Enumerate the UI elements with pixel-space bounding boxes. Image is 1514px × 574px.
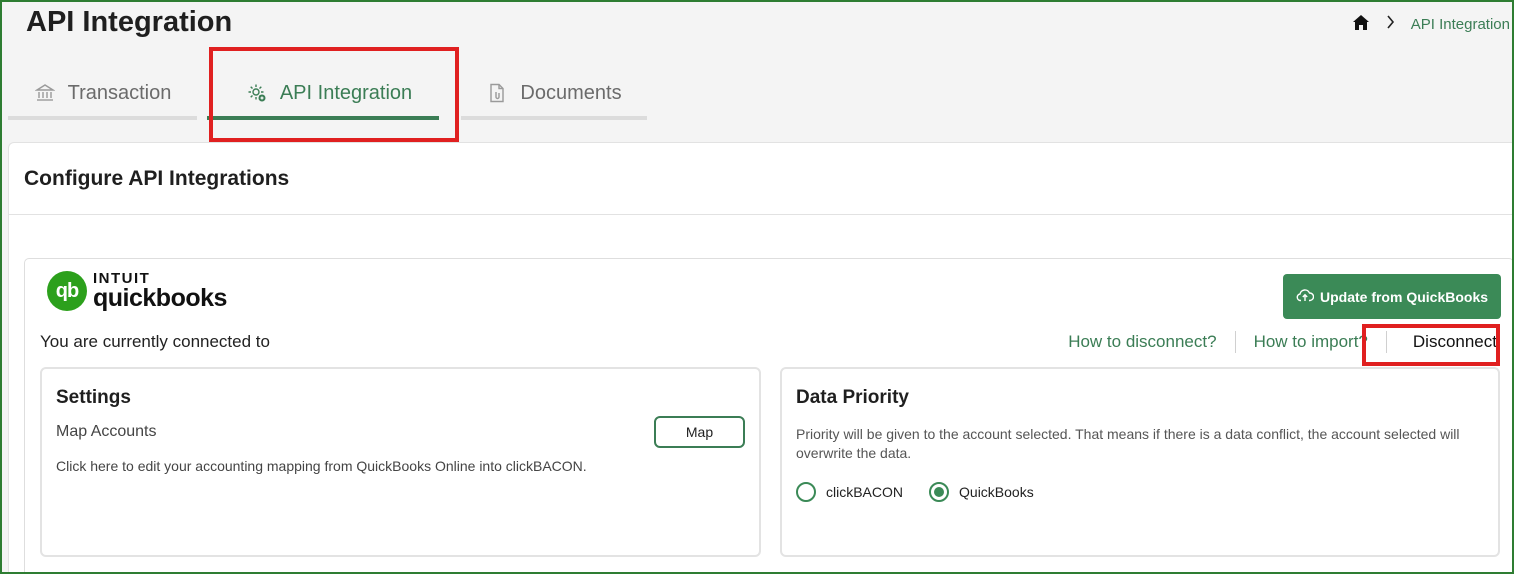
tab-bar: Transaction API Integration Documents bbox=[8, 66, 647, 120]
configure-card: Configure API Integrations qb INTUIT qui… bbox=[8, 142, 1514, 574]
map-description: Click here to edit your accounting mappi… bbox=[56, 458, 587, 474]
tab-transaction-label: Transaction bbox=[67, 81, 172, 104]
map-button[interactable]: Map bbox=[654, 416, 745, 448]
cloud-upload-icon bbox=[1296, 288, 1315, 305]
how-to-disconnect-link[interactable]: How to disconnect? bbox=[1050, 332, 1234, 352]
tab-transaction[interactable]: Transaction bbox=[8, 66, 197, 120]
map-accounts-label: Map Accounts bbox=[56, 423, 157, 440]
connection-status-text: You are currently connected to bbox=[40, 332, 270, 351]
priority-radio-group: clickBACON QuickBooks bbox=[796, 482, 1034, 502]
chevron-right-icon bbox=[1386, 15, 1395, 34]
radio-option-quickbooks[interactable]: QuickBooks bbox=[929, 482, 1034, 502]
page-title: API Integration bbox=[26, 6, 233, 38]
radio-clickbacon[interactable] bbox=[796, 482, 816, 502]
settings-title: Settings bbox=[56, 387, 131, 408]
home-icon[interactable] bbox=[1352, 14, 1370, 35]
card-title: Configure API Integrations bbox=[9, 143, 1513, 215]
document-icon bbox=[486, 82, 508, 104]
radio-quickbooks-label: QuickBooks bbox=[959, 484, 1034, 500]
gear-settings-icon bbox=[246, 82, 268, 104]
action-links: How to disconnect? How to import? Discon… bbox=[1050, 327, 1497, 357]
quickbooks-mark-icon: qb bbox=[47, 271, 87, 311]
disconnect-button[interactable]: Disconnect bbox=[1387, 332, 1497, 352]
logo-quickbooks-text: quickbooks bbox=[93, 284, 227, 312]
radio-clickbacon-label: clickBACON bbox=[826, 484, 904, 500]
tab-documents-label: Documents bbox=[520, 81, 622, 104]
settings-card: Settings Map Accounts Map Click here to … bbox=[40, 367, 761, 557]
update-from-quickbooks-button[interactable]: Update from QuickBooks bbox=[1283, 274, 1501, 319]
tab-documents[interactable]: Documents bbox=[461, 66, 647, 120]
quickbooks-logo: qb INTUIT quickbooks bbox=[47, 271, 227, 311]
tab-api-integration[interactable]: API Integration bbox=[197, 66, 461, 120]
radio-quickbooks[interactable] bbox=[929, 482, 950, 502]
update-button-label: Update from QuickBooks bbox=[1319, 288, 1489, 305]
how-to-import-link[interactable]: How to import? bbox=[1236, 332, 1386, 352]
breadcrumb-current: API Integration bbox=[1410, 16, 1510, 33]
quickbooks-panel: qb INTUIT quickbooks Update from QuickBo… bbox=[24, 258, 1514, 574]
tab-api-integration-label: API Integration bbox=[279, 81, 413, 104]
bank-icon bbox=[34, 82, 56, 104]
breadcrumb: API Integration bbox=[1352, 14, 1510, 35]
data-priority-description: Priority will be given to the account se… bbox=[796, 426, 1460, 461]
data-priority-title: Data Priority bbox=[796, 387, 909, 408]
data-priority-card: Data Priority Priority will be given to … bbox=[780, 367, 1500, 557]
radio-option-clickbacon[interactable]: clickBACON bbox=[796, 482, 903, 502]
